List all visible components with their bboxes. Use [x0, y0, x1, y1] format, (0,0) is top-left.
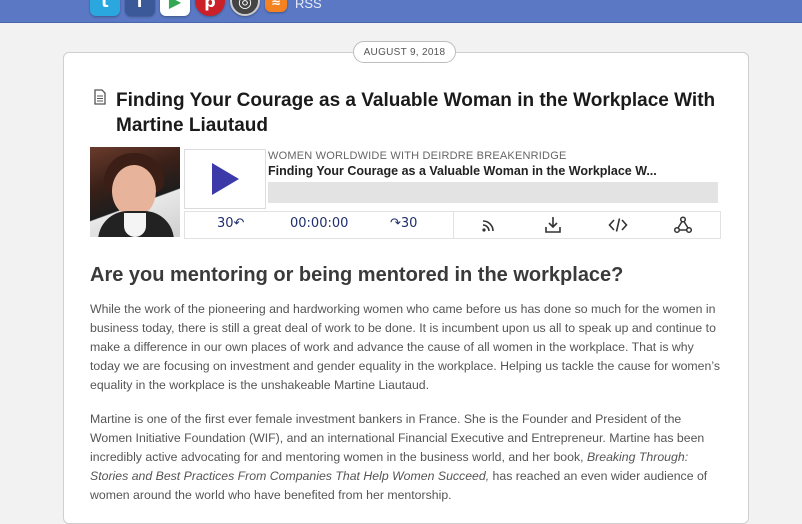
post-date: AUGUST 9, 2018	[353, 41, 456, 63]
play-button[interactable]	[184, 149, 266, 209]
rewind-30-button[interactable]: 30↶	[217, 216, 244, 231]
article-paragraph-1: While the work of the pioneering and har…	[90, 302, 721, 392]
episode-thumbnail	[90, 147, 180, 237]
article-heading: Are you mentoring or being mentored in t…	[90, 264, 624, 286]
google-play-icon[interactable]: ▶	[160, 0, 190, 16]
player-controls: 30↶ 00:00:00 ↷30	[184, 211, 721, 239]
time-display: 00:00:00	[290, 216, 349, 231]
stitcher-icon[interactable]: ◎	[230, 0, 260, 16]
top-bar: t f ▶ p ◎ ≋ RSS	[0, 0, 802, 23]
divider	[453, 212, 454, 238]
download-icon[interactable]	[543, 215, 563, 235]
progress-bar[interactable]	[268, 182, 718, 203]
rss-icon[interactable]: ≋	[265, 0, 287, 12]
facebook-icon[interactable]: f	[125, 0, 155, 16]
pinterest-icon[interactable]: p	[195, 0, 225, 16]
rss-link[interactable]: RSS	[295, 0, 322, 11]
episode-name[interactable]: Finding Your Courage as a Valuable Woman…	[268, 164, 708, 178]
post-title[interactable]: Finding Your Courage as a Valuable Woman…	[116, 88, 716, 138]
twitter-icon[interactable]: t	[90, 0, 120, 16]
embed-icon[interactable]	[608, 215, 628, 235]
article-paragraph-2: Martine is one of the first ever female …	[90, 410, 722, 505]
subscribe-icon[interactable]	[479, 215, 499, 235]
forward-30-button[interactable]: ↷30	[390, 216, 417, 231]
show-name[interactable]: WOMEN WORLDWIDE WITH DEIRDRE BREAKENRIDG…	[268, 150, 567, 162]
share-icon[interactable]	[673, 215, 693, 235]
document-icon	[94, 89, 106, 105]
social-links: t f ▶ p ◎ ≋ RSS	[90, 0, 322, 16]
podcast-player: WOMEN WORLDWIDE WITH DEIRDRE BREAKENRIDG…	[90, 147, 721, 239]
play-icon	[212, 163, 239, 195]
